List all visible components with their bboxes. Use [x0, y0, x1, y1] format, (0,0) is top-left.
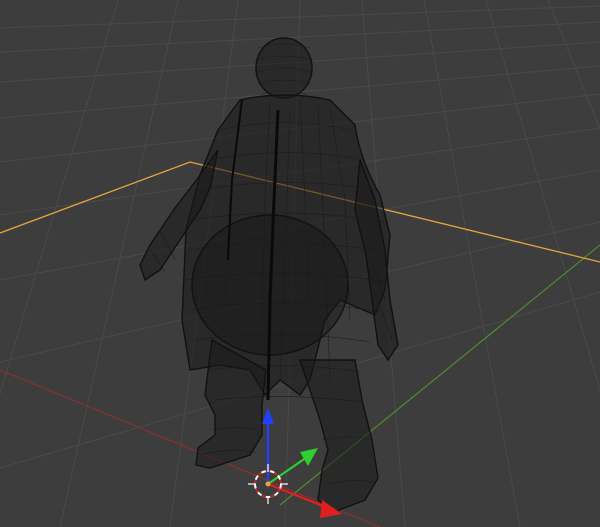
3d-cursor-icon[interactable]	[248, 464, 288, 504]
z-arrow-icon[interactable]	[262, 408, 274, 424]
y-arrow-icon[interactable]	[300, 448, 318, 466]
3d-viewport[interactable]	[0, 0, 600, 527]
viewport-canvas[interactable]	[0, 0, 600, 527]
